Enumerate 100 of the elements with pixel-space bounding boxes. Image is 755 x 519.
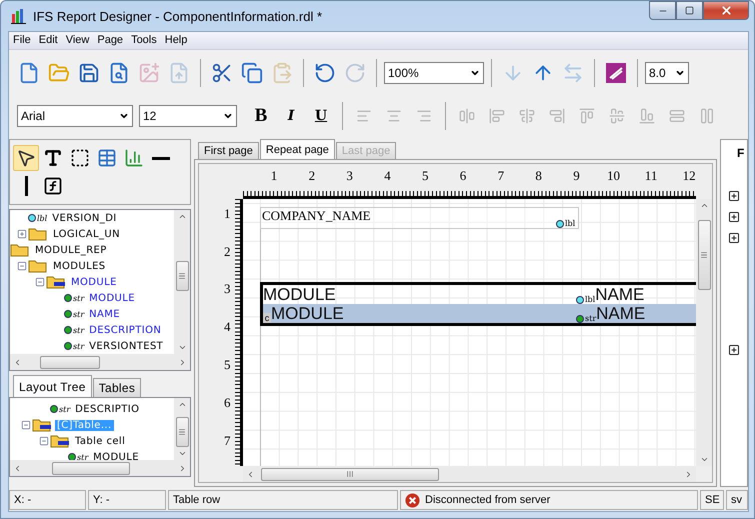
table-cell-text: MODULE	[263, 285, 337, 304]
tree-node[interactable]: NAME	[87, 308, 122, 320]
font-dropdown[interactable]: Arial	[17, 105, 133, 127]
ruler-number: 7	[224, 434, 230, 447]
menu-item[interactable]: File	[9, 32, 35, 49]
horizontal-scrollbar[interactable]	[10, 460, 190, 476]
magnifier-document-icon	[108, 62, 130, 84]
tree-node[interactable]: MODULES	[51, 260, 108, 272]
collapse-icon[interactable]	[39, 436, 49, 446]
align-left-icon	[356, 108, 372, 124]
ruler-number: 4	[224, 320, 230, 334]
tree-node[interactable]: MODULE	[69, 276, 119, 288]
text-style-button[interactable]: U	[307, 103, 335, 129]
caret-icon	[470, 68, 480, 78]
ruler-number: 7	[498, 169, 504, 182]
cell-marker: c	[263, 313, 271, 323]
ruler-number: 3	[346, 169, 353, 182]
folder-icon	[28, 259, 48, 273]
collapse-icon[interactable]	[17, 261, 27, 271]
tree-node[interactable]: MODULE	[87, 292, 137, 304]
minimize-button[interactable]	[649, 1, 676, 20]
version-dropdown[interactable]: 8.0	[645, 62, 689, 84]
scroll-up-icon	[700, 201, 708, 210]
expand-icon	[728, 232, 740, 244]
bar-chart-icon	[124, 148, 144, 168]
folder-icon	[48, 62, 70, 84]
menu-item[interactable]: View	[62, 32, 94, 49]
expand-button[interactable]	[728, 211, 740, 223]
tree-node[interactable]: MODULE_REP	[33, 244, 109, 256]
expand-icon	[728, 211, 740, 223]
tree-node[interactable]: VERSION_DI	[50, 212, 119, 224]
page-tab[interactable]: Repeat page	[260, 139, 335, 159]
tree-node[interactable]: Table cell	[73, 436, 128, 446]
page-tab[interactable]: First page	[198, 142, 259, 159]
horizontal-scrollbar[interactable]	[243, 466, 696, 482]
table-icon	[97, 148, 117, 168]
align-middles-icon	[609, 108, 625, 124]
expand-button[interactable]	[728, 344, 740, 356]
redo-icon	[344, 62, 366, 84]
expand-icon	[728, 344, 740, 356]
scroll-down-icon	[178, 343, 186, 352]
close-icon	[720, 4, 732, 17]
tool-button[interactable]	[13, 145, 39, 171]
center-objects-icon	[459, 108, 475, 124]
grip-icon	[346, 470, 354, 478]
expand-icon[interactable]	[17, 229, 27, 239]
ruler-number: 5	[224, 358, 230, 371]
expand-button[interactable]	[728, 190, 740, 202]
collapse-icon[interactable]	[21, 420, 31, 430]
scissors-icon	[211, 62, 233, 84]
window-title: IFS Report Designer - ComponentInformation.rdl *	[33, 8, 322, 24]
vertical-scrollbar[interactable]	[696, 199, 712, 466]
menu-item[interactable]: Tools	[127, 32, 161, 49]
tree-node[interactable]: DESCRIPTION	[87, 324, 164, 336]
text-style-button[interactable]: B	[247, 103, 275, 129]
tree-node[interactable]: VERSIONTEST	[87, 340, 166, 352]
scroll-left-icon	[246, 470, 255, 478]
ruler-number: 3	[224, 282, 230, 296]
maximize-button[interactable]	[676, 1, 703, 20]
tree-tab[interactable]: Layout Tree	[13, 375, 92, 397]
upload-icon	[168, 62, 190, 84]
caret-icon	[675, 68, 685, 78]
font-size-dropdown[interactable]: 12	[139, 105, 237, 127]
align-center-icon	[386, 108, 402, 124]
menu-item[interactable]: Edit	[34, 32, 62, 49]
scroll-left-icon	[13, 464, 22, 472]
close-button[interactable]	[703, 1, 749, 20]
ruler-number: 12	[682, 169, 696, 182]
ruler-number: 6	[224, 396, 230, 409]
table-cell-text: NAME	[596, 304, 646, 323]
ruler-number: 6	[460, 169, 466, 182]
horizontal-line-icon	[152, 156, 170, 160]
connection-text: Disconnected from server	[425, 494, 550, 506]
vertical-scrollbar[interactable]	[174, 398, 190, 460]
grip-icon	[700, 251, 708, 259]
expand-button[interactable]	[728, 232, 740, 244]
language-status: sv	[726, 490, 748, 510]
tree-node[interactable]: DESCRIPTIO	[73, 404, 142, 414]
vertical-scrollbar[interactable]	[174, 210, 190, 354]
table-cell-text: NAME	[595, 285, 646, 304]
y-coordinate: Y: -	[88, 490, 166, 510]
ruler-number: 1	[224, 206, 230, 220]
menu-item[interactable]: Page	[93, 32, 128, 49]
table-folder-icon	[32, 418, 52, 432]
ruler-number: 9	[573, 169, 580, 182]
tree-tab[interactable]: Tables	[92, 378, 142, 397]
pointer-icon	[16, 148, 36, 168]
collapse-icon[interactable]	[35, 277, 45, 287]
align-right-icon	[416, 108, 432, 124]
menu-item[interactable]: Help	[160, 32, 192, 49]
horizontal-scrollbar[interactable]	[10, 354, 190, 370]
text-style-button[interactable]: I	[277, 103, 305, 129]
selection-status: Table row	[168, 490, 398, 510]
tree-node[interactable]: LOGICAL_UN	[51, 228, 122, 240]
zoom-dropdown[interactable]: 100%	[384, 62, 484, 84]
ruler-number: 2	[224, 244, 230, 258]
ruler-number: 2	[308, 169, 316, 182]
table-cell-text: MODULE	[271, 304, 345, 323]
tree-node[interactable]: MODULE	[91, 452, 141, 462]
scroll-right-icon	[684, 470, 693, 478]
